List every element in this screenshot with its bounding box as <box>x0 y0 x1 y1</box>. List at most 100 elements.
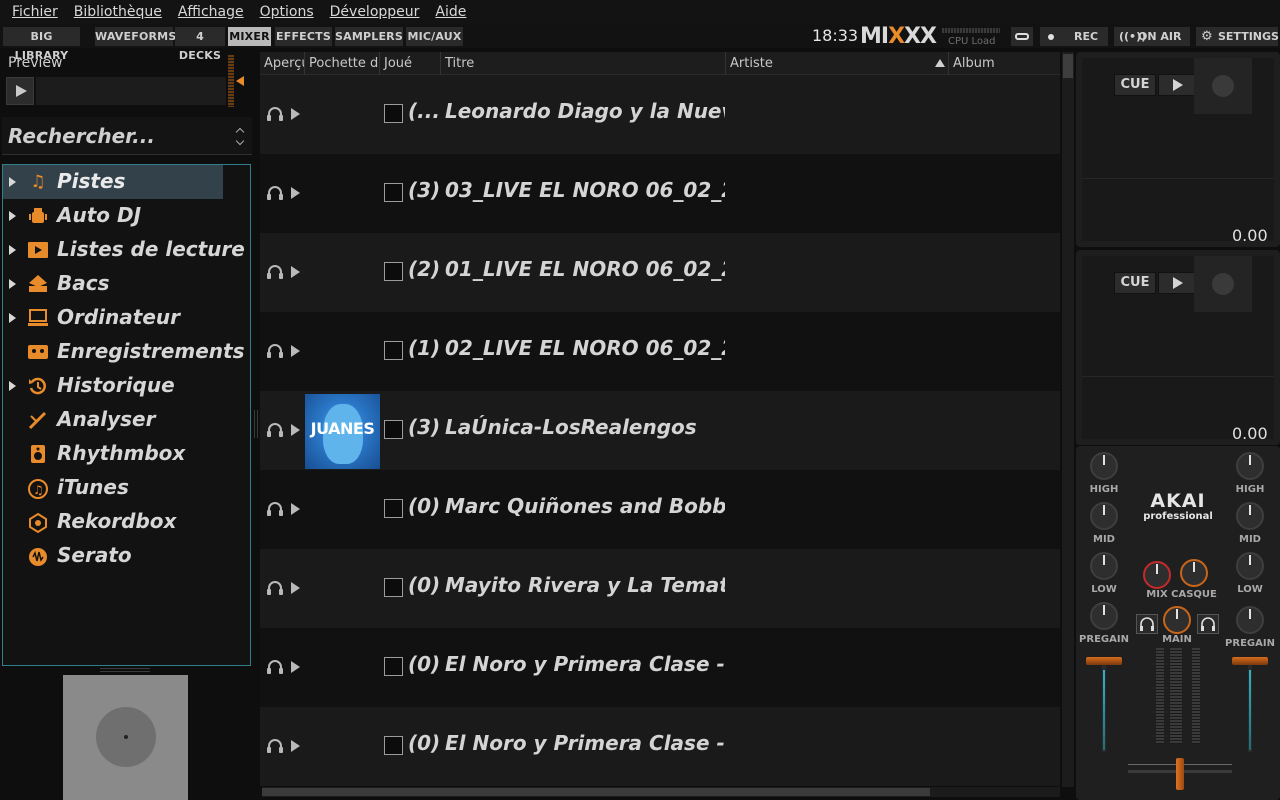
played-checkbox[interactable] <box>384 420 403 439</box>
column-album[interactable]: Album <box>949 52 1060 75</box>
column-preview[interactable]: Aperçu <box>260 52 305 75</box>
preview-play-icon[interactable] <box>291 582 300 594</box>
sidebar-splitter-handle[interactable] <box>100 668 150 672</box>
mixer-button[interactable]: MIXER <box>228 27 271 46</box>
expand-arrow-icon[interactable] <box>9 245 16 255</box>
menu-affichage[interactable]: Affichage <box>170 0 252 24</box>
deck-1-mid-knob[interactable] <box>1090 502 1118 530</box>
table-horizontal-scrollbar[interactable] <box>262 787 1060 797</box>
expand-arrow-icon[interactable] <box>9 211 16 221</box>
main-volume-knob[interactable] <box>1163 606 1191 634</box>
search-history-spinner-icon[interactable] <box>235 127 247 147</box>
search-input[interactable] <box>8 122 218 150</box>
headphones-icon[interactable] <box>266 579 284 597</box>
sidebar-item-auto-dj[interactable]: Auto DJ <box>3 199 223 233</box>
menu-options[interactable]: Options <box>252 0 322 24</box>
played-checkbox[interactable] <box>384 262 403 281</box>
deck-1-play-button[interactable] <box>1158 74 1196 96</box>
preview-play-icon[interactable] <box>291 266 300 278</box>
expand-arrow-icon[interactable] <box>9 177 16 187</box>
crossfader-handle[interactable] <box>1176 758 1184 790</box>
deck-2-pregain-knob[interactable] <box>1236 606 1264 634</box>
deck-2-cue-button[interactable]: CUE <box>1114 272 1156 294</box>
preview-waveform[interactable] <box>36 77 226 105</box>
played-checkbox[interactable] <box>384 183 403 202</box>
sidebar-item-historique[interactable]: Historique <box>3 369 223 403</box>
samplers-button[interactable]: SAMPLERS <box>335 27 403 46</box>
preview-play-icon[interactable] <box>291 661 300 673</box>
scrollbar-thumb[interactable] <box>262 788 930 796</box>
table-row[interactable]: (0) Marc Quiñones and Bobby... <box>260 470 1060 549</box>
sidebar-item-listes-de-lecture[interactable]: Listes de lecture <box>3 233 245 267</box>
column-cover-art[interactable]: Pochette d <box>305 52 380 75</box>
deck-1-pregain-knob[interactable] <box>1090 602 1118 630</box>
deck-1-volume-fader[interactable] <box>1102 662 1106 752</box>
deck-1-headphone-cue-button[interactable] <box>1136 614 1158 634</box>
deck-1-low-knob[interactable] <box>1090 552 1118 580</box>
table-row[interactable]: (0) El Noro y Primera Clase - ... <box>260 628 1060 707</box>
table-row[interactable]: (3) 03_LIVE EL NORO 06_02_20... <box>260 154 1060 233</box>
deck-2-fader-handle[interactable] <box>1232 657 1268 665</box>
column-title[interactable]: Titre <box>441 52 726 75</box>
table-row[interactable]: (1) 02_LIVE EL NORO 06_02_20... <box>260 312 1060 391</box>
deck-1-cue-button[interactable]: CUE <box>1114 74 1156 96</box>
headphones-icon[interactable] <box>266 500 284 518</box>
table-row[interactable]: (... Leonardo Diago y la Nuev... <box>260 75 1060 154</box>
preview-play-icon[interactable] <box>291 424 300 436</box>
column-artist[interactable]: Artiste <box>726 52 949 75</box>
sidebar-item-itunes[interactable]: ♫ iTunes <box>3 471 223 505</box>
played-checkbox[interactable] <box>384 104 403 123</box>
preview-play-icon[interactable] <box>291 187 300 199</box>
table-row[interactable]: (0) Mayito Rivera y La Temati... <box>260 549 1060 628</box>
column-played[interactable]: Joué <box>380 52 441 75</box>
sidebar-item-rekordbox[interactable]: Rekordbox <box>3 505 223 539</box>
menu-developpeur[interactable]: Développeur <box>322 0 428 24</box>
headphones-icon[interactable] <box>266 263 284 281</box>
deck-2-play-button[interactable] <box>1158 272 1196 294</box>
preview-play-icon[interactable] <box>291 503 300 515</box>
sidebar-item-rhythmbox[interactable]: Rhythmbox <box>3 437 223 471</box>
deck-2-spinny[interactable] <box>1194 256 1252 312</box>
settings-button[interactable]: ⚙ SETTINGS <box>1196 27 1279 46</box>
expand-arrow-icon[interactable] <box>9 279 16 289</box>
mix-knob[interactable] <box>1143 561 1171 589</box>
deck-1-fader-handle[interactable] <box>1086 657 1122 665</box>
played-checkbox[interactable] <box>384 341 403 360</box>
played-checkbox[interactable] <box>384 736 403 755</box>
sidebar-item-pistes[interactable]: ♫ Pistes <box>3 165 223 199</box>
mic-aux-button[interactable]: MIC/AUX <box>406 27 463 46</box>
four-decks-button[interactable]: 4 DECKS <box>175 27 225 62</box>
headphones-icon[interactable] <box>266 658 284 676</box>
table-row[interactable]: (2) 01_LIVE EL NORO 06_02_20... <box>260 233 1060 312</box>
on-air-button[interactable]: ((•)) ON AIR <box>1114 27 1190 46</box>
headphones-icon[interactable] <box>266 184 284 202</box>
preview-play-button[interactable] <box>6 77 34 105</box>
sync-toggle[interactable] <box>1011 27 1033 46</box>
menu-bibliotheque[interactable]: Bibliothèque <box>66 0 170 24</box>
played-checkbox[interactable] <box>384 657 403 676</box>
preview-play-icon[interactable] <box>291 108 300 120</box>
rec-button[interactable]: REC <box>1040 27 1108 46</box>
scrollbar-thumb[interactable] <box>1063 54 1073 78</box>
sidebar-item-ordinateur[interactable]: Ordinateur <box>3 301 223 335</box>
deck-2-mid-knob[interactable] <box>1236 502 1264 530</box>
sidebar-item-enregistrements[interactable]: Enregistrements <box>3 335 245 369</box>
deck-2-low-knob[interactable] <box>1236 552 1264 580</box>
table-vertical-scrollbar[interactable] <box>1062 52 1074 787</box>
headphone-volume-knob[interactable] <box>1180 559 1208 587</box>
sidebar-item-bacs[interactable]: Bacs <box>3 267 223 301</box>
played-checkbox[interactable] <box>384 578 403 597</box>
headphones-icon[interactable] <box>266 342 284 360</box>
table-row[interactable]: JUANES (3) LaÚnica-LosRealengos <box>260 391 1060 470</box>
menu-fichier[interactable]: Fichier <box>4 0 66 24</box>
waveforms-button[interactable]: WAVEFORMS <box>95 27 176 46</box>
deck-1-high-knob[interactable] <box>1090 452 1118 480</box>
effects-button[interactable]: EFFECTS <box>275 27 332 46</box>
headphones-icon[interactable] <box>266 105 284 123</box>
deck-1-spinny[interactable] <box>1194 58 1252 114</box>
headphones-icon[interactable] <box>266 737 284 755</box>
sidebar-item-analyser[interactable]: Analyser <box>3 403 223 437</box>
big-library-button[interactable]: BIG LIBRARY <box>3 27 80 62</box>
deck-2-high-knob[interactable] <box>1236 452 1264 480</box>
menu-aide[interactable]: Aide <box>427 0 474 24</box>
